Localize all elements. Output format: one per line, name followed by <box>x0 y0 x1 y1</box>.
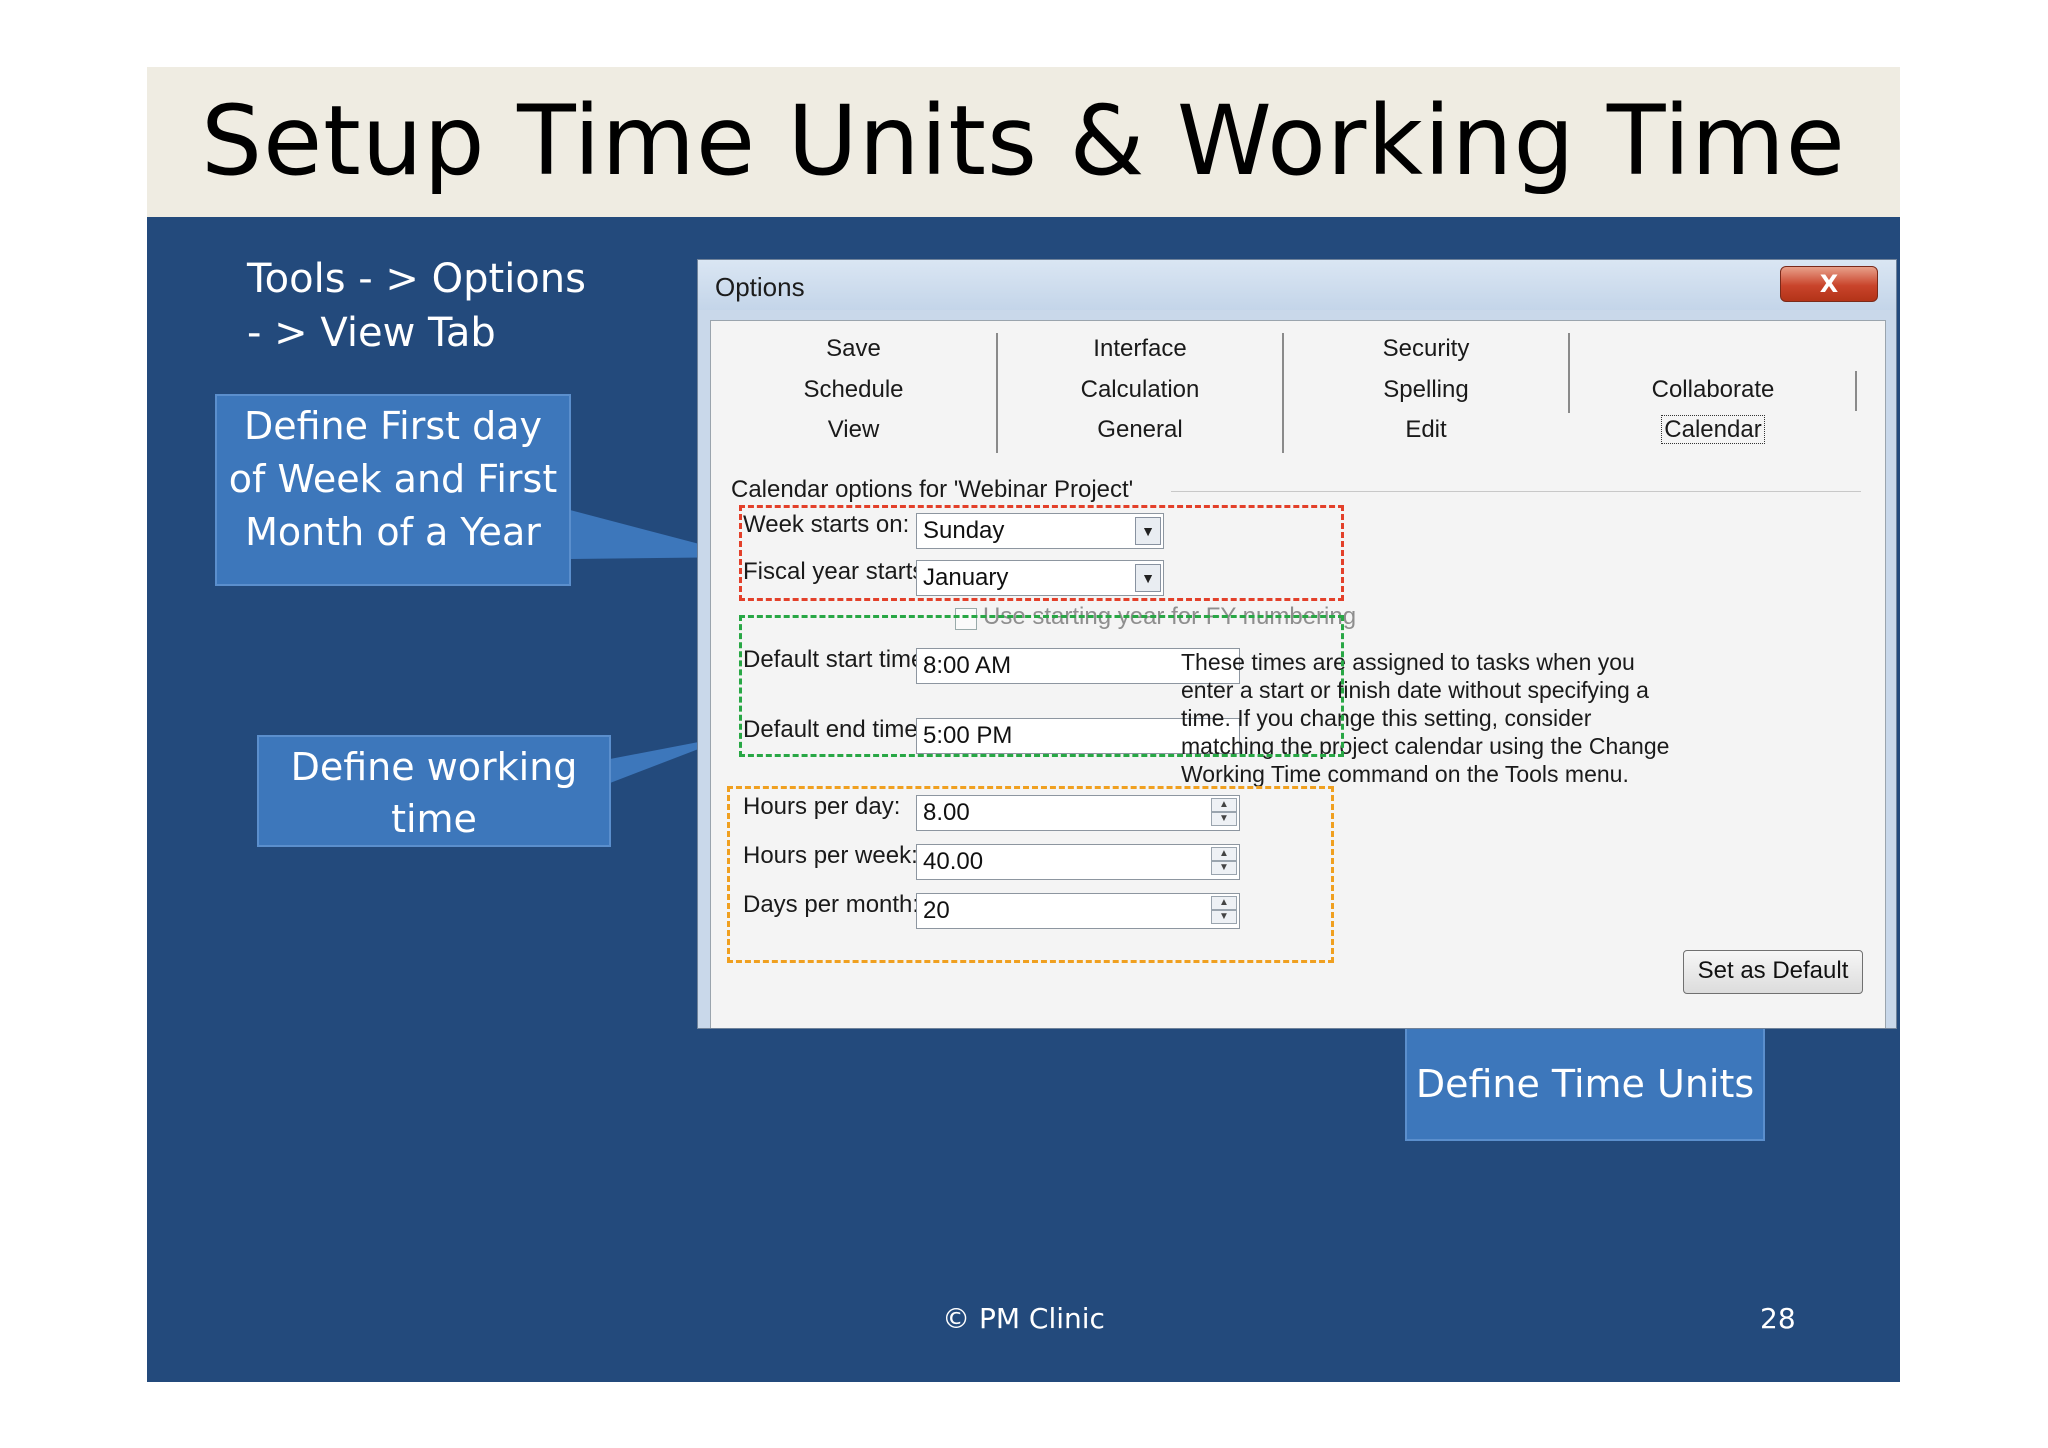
callout-first-day-line-3: Month of a Year <box>245 510 541 554</box>
highlight-time-units <box>727 786 1334 963</box>
highlight-working-time <box>739 615 1344 757</box>
tab-general[interactable]: General <box>998 412 1282 448</box>
tab-security[interactable]: Security <box>1284 331 1568 367</box>
tab-collaborate[interactable]: Collaborate <box>1571 372 1855 408</box>
tab-calendar-label: Calendar <box>1661 415 1765 444</box>
callout-working-time-line-2: time <box>391 797 477 841</box>
dialog-title: Options <box>715 272 805 302</box>
options-dialog: Options X Save Interface Security Schedu… <box>697 259 1897 1029</box>
dialog-titlebar: Options X <box>698 260 1896 310</box>
tab-view[interactable]: View <box>711 412 996 448</box>
callout-working-time-line-1: Define working <box>290 745 578 789</box>
callout-first-day: Define First day of Week and First Month… <box>215 394 571 586</box>
set-as-default-button[interactable]: Set as Default <box>1683 950 1863 994</box>
page-number: 28 <box>1760 1302 1796 1335</box>
tab-divider <box>1282 333 1284 453</box>
dialog-body: Save Interface Security Schedule Calcula… <box>710 320 1886 1028</box>
tab-edit[interactable]: Edit <box>1284 412 1568 448</box>
tab-save[interactable]: Save <box>711 331 996 367</box>
tab-calculation[interactable]: Calculation <box>998 372 1282 408</box>
callout-time-units: Define Time Units <box>1405 1027 1765 1141</box>
tab-schedule[interactable]: Schedule <box>711 372 996 408</box>
tab-divider <box>1568 333 1570 413</box>
callout-first-day-line-2: of Week and First <box>228 457 558 501</box>
tab-spelling[interactable]: Spelling <box>1284 372 1568 408</box>
tab-interface[interactable]: Interface <box>998 331 1282 367</box>
callout-working-time: Define working time <box>257 735 611 847</box>
close-button[interactable]: X <box>1780 266 1878 302</box>
callout-first-day-line-1: Define First day <box>243 404 543 448</box>
section-divider <box>1171 491 1861 492</box>
section-header: Calendar options for 'Webinar Project' <box>731 476 1134 503</box>
highlight-calendar-start <box>739 505 1344 601</box>
tab-divider <box>996 333 998 453</box>
hint-line: Working Time command on the Tools menu. <box>1181 761 1629 787</box>
tab-calendar[interactable]: Calendar <box>1571 412 1855 448</box>
footer-copyright: © PM Clinic <box>942 1302 1105 1335</box>
tab-divider <box>1855 371 1857 411</box>
